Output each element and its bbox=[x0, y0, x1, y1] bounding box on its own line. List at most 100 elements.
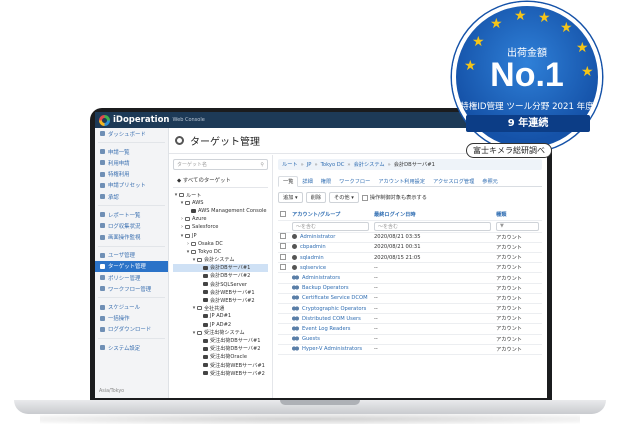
row-checkbox[interactable] bbox=[280, 243, 286, 250]
tree-node[interactable]: 会計WEBサーバ#1 bbox=[173, 288, 268, 296]
tree-node[interactable]: 受注出荷WEBサーバ#1 bbox=[173, 361, 268, 369]
show-controlled-checkbox[interactable] bbox=[361, 194, 368, 201]
row-checkbox[interactable] bbox=[280, 263, 286, 270]
row-select-cell bbox=[278, 334, 290, 345]
tree-node[interactable]: 会計WEBサーバ#2 bbox=[173, 296, 268, 304]
tab[interactable]: ワークフロー bbox=[335, 176, 374, 186]
table-row[interactable]: sqladmin 2020/08/15 21:05 アカウント bbox=[278, 252, 542, 264]
table-row[interactable]: Hyper-V Administrators -- アカウント bbox=[278, 344, 542, 355]
row-checkbox[interactable] bbox=[280, 253, 286, 260]
sidebar-item[interactable]: 一括操作 bbox=[95, 313, 168, 324]
table-row[interactable]: cbpadmin 2020/08/21 00:31 アカウント bbox=[278, 242, 542, 254]
tree-node[interactable]: JP AD#2 bbox=[173, 321, 268, 329]
tree-node[interactable]: 会計DBサーバ#1 bbox=[173, 263, 268, 272]
tree-node[interactable]: ▾ Tokyo DC bbox=[173, 248, 268, 256]
account-link[interactable]: Distributed COM Users bbox=[302, 316, 361, 322]
account-link[interactable]: cbpadmin bbox=[300, 244, 326, 250]
row-checkbox[interactable] bbox=[280, 233, 286, 240]
table-row[interactable]: Guests -- アカウント bbox=[278, 334, 542, 345]
tree-node[interactable]: 受注出荷DBサーバ#1 bbox=[173, 337, 268, 345]
tree-node[interactable]: ▾ ルート bbox=[173, 191, 268, 199]
tree-node[interactable]: AWS Management Console bbox=[173, 207, 268, 215]
sidebar-item[interactable]: 利用申請 bbox=[95, 157, 168, 168]
account-link[interactable]: sqlservice bbox=[300, 265, 326, 271]
col-account[interactable]: アカウント/グループ bbox=[290, 210, 372, 221]
sidebar-item[interactable]: 承認 bbox=[95, 191, 168, 202]
account-link[interactable]: Administrator bbox=[300, 234, 335, 240]
account-link[interactable]: Certificate Service DCOM bbox=[302, 295, 368, 301]
tab[interactable]: 権限 bbox=[317, 176, 335, 186]
tree-node-label: AWS bbox=[192, 200, 204, 207]
tab[interactable]: 詳細 bbox=[298, 176, 316, 186]
filter-account-input[interactable]: 〜を含む bbox=[292, 221, 369, 231]
filter-login-input[interactable]: 〜を含む bbox=[374, 221, 491, 231]
sidebar-item[interactable]: レポート一覧 bbox=[95, 209, 168, 220]
sidebar-item[interactable]: ログダウンロード bbox=[95, 324, 168, 335]
select-all-checkbox[interactable] bbox=[280, 210, 286, 217]
tree-node[interactable]: ▾ 全社共通 bbox=[173, 304, 268, 312]
table-row[interactable]: Certificate Service DCOM -- アカウント bbox=[278, 293, 542, 305]
sidebar-item[interactable]: 申請一覧 bbox=[95, 146, 168, 157]
tree-search-input[interactable]: ターゲット名 ⚲ bbox=[173, 159, 268, 170]
breadcrumb-item[interactable]: JP bbox=[307, 162, 312, 168]
table-row[interactable]: Event Log Readers -- アカウント bbox=[278, 323, 542, 335]
sidebar-item[interactable]: ダッシュボード bbox=[95, 128, 168, 139]
tab[interactable]: アカウント利用設定 bbox=[374, 176, 429, 186]
account-link[interactable]: Administrators bbox=[302, 275, 340, 281]
tree-node[interactable]: 受注出荷DBサーバ#2 bbox=[173, 345, 268, 353]
sidebar-item[interactable]: ターゲット管理 bbox=[95, 260, 168, 273]
table-row[interactable]: Cryptographic Operators -- アカウント bbox=[278, 303, 542, 315]
col-last-login[interactable]: 最終ログイン日時 bbox=[372, 210, 494, 221]
tab[interactable]: 一覧 bbox=[278, 176, 299, 187]
last-login-cell: -- bbox=[372, 323, 494, 335]
account-link[interactable]: sqladmin bbox=[300, 255, 324, 261]
filter-type-select[interactable]: ▼ bbox=[496, 221, 539, 231]
tree-node[interactable]: ▾ AWS bbox=[173, 199, 268, 207]
sidebar-item[interactable]: 申請プリセット bbox=[95, 180, 168, 191]
content-panel: ルート» JP» Tokyo DC» 会計システム» 会計DBサーバ#1 一覧 詳細 権限ワ… bbox=[273, 155, 547, 398]
sidebar-item[interactable]: ログ収集状況 bbox=[95, 220, 168, 231]
other-menu-button[interactable]: その他 ▾ bbox=[329, 192, 359, 203]
all-targets-item[interactable]: ◆ すべてのターゲット bbox=[177, 176, 268, 184]
table-row[interactable]: Distributed COM Users -- アカウント bbox=[278, 313, 542, 325]
tab[interactable]: アクセスログ管理 bbox=[429, 176, 478, 186]
table-row[interactable]: sqlservice -- アカウント bbox=[278, 262, 542, 274]
tree-node[interactable]: › Osaka DC bbox=[173, 240, 268, 248]
server-icon bbox=[203, 273, 208, 278]
breadcrumb-item[interactable]: ルート bbox=[282, 161, 298, 168]
sidebar-item[interactable]: ユーザ管理 bbox=[95, 250, 168, 261]
search-icon[interactable]: ⚲ bbox=[260, 162, 264, 168]
tree-node[interactable]: › Salesforce bbox=[173, 223, 268, 231]
sidebar-item[interactable]: ワークフロー管理 bbox=[95, 283, 168, 294]
tree-node[interactable]: 会計SQLServer bbox=[173, 280, 268, 288]
tree-node[interactable]: ▾ 会計システム bbox=[173, 256, 268, 264]
breadcrumb-item[interactable]: 会計システム bbox=[354, 161, 385, 168]
sidebar-item[interactable]: 特権利用 bbox=[95, 169, 168, 180]
tree-node[interactable]: 会計DBサーバ#2 bbox=[173, 272, 268, 280]
account-link[interactable]: Hyper-V Administrators bbox=[302, 346, 362, 352]
delete-button[interactable]: 削除 bbox=[305, 192, 327, 203]
table-row[interactable]: Administrator 2020/08/21 03:35 アカウント bbox=[278, 232, 542, 243]
account-link[interactable]: Event Log Readers bbox=[302, 326, 351, 332]
sidebar-item[interactable]: 画面操作監視 bbox=[95, 232, 168, 243]
tree-node[interactable]: 受注出荷Oracle bbox=[173, 353, 268, 361]
table-row[interactable]: Administrators -- アカウント bbox=[278, 272, 542, 284]
sidebar-item[interactable]: ポリシー管理 bbox=[95, 272, 168, 283]
tree-node[interactable]: › Azure bbox=[173, 215, 268, 223]
tree-node[interactable]: ▾ JP bbox=[173, 231, 268, 239]
account-link[interactable]: Guests bbox=[302, 336, 320, 342]
account-link[interactable]: Backup Operators bbox=[302, 285, 349, 291]
add-button[interactable]: 追加 ▾ bbox=[278, 192, 303, 203]
last-login-cell: -- bbox=[372, 344, 494, 355]
sidebar-item[interactable]: システム設定 bbox=[95, 342, 168, 353]
account-link[interactable]: Cryptographic Operators bbox=[302, 306, 366, 312]
tree-node[interactable]: ▾ 受注出荷システム bbox=[173, 329, 268, 337]
col-type[interactable]: 種類 bbox=[494, 210, 542, 221]
breadcrumb-item[interactable]: Tokyo DC bbox=[321, 162, 345, 168]
tree-node[interactable]: JP AD#1 bbox=[173, 312, 268, 320]
tab[interactable]: 参照元 bbox=[478, 176, 502, 186]
tree-node[interactable]: 受注出荷WEBサーバ#2 bbox=[173, 369, 268, 377]
tree-node-label: 全社共通 bbox=[204, 305, 225, 312]
table-row[interactable]: Backup Operators -- アカウント bbox=[278, 283, 542, 294]
sidebar-item[interactable]: スケジュール bbox=[95, 301, 168, 312]
